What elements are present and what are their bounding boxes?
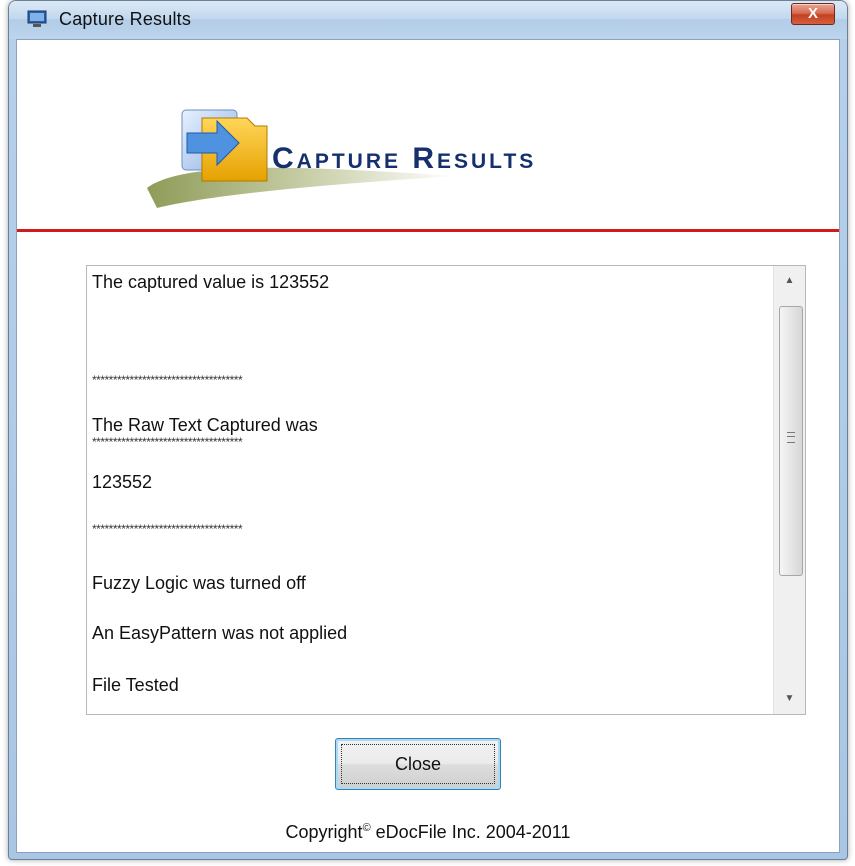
monitor-icon <box>27 10 47 27</box>
separator-line: ************************************ <box>92 522 243 536</box>
close-button[interactable]: Close <box>335 738 501 790</box>
header-banner: Capture Results <box>17 40 839 230</box>
result-line: An EasyPattern was not applied <box>92 623 348 643</box>
results-textbox[interactable]: The captured value is 123552 ***********… <box>86 265 806 715</box>
banner-title: Capture Results <box>272 142 537 175</box>
window-title: Capture Results <box>59 9 192 29</box>
result-line: File Tested <box>92 675 179 695</box>
grip-icon <box>787 432 795 443</box>
copyright-text: Copyright© eDocFile Inc. 2004-2011 <box>17 822 839 843</box>
scrollbar-thumb[interactable] <box>779 306 803 576</box>
copyright-prefix: Copyright <box>285 822 363 842</box>
separator-line: ************************************ <box>92 373 243 387</box>
window-close-button[interactable]: X <box>791 3 835 25</box>
header-divider <box>17 229 839 232</box>
copyright-suffix: eDocFile Inc. 2004-2011 <box>370 822 571 842</box>
result-line: Fuzzy Logic was turned off <box>92 573 306 593</box>
copyright-mark: © <box>362 822 371 834</box>
dialog-content: Capture Results The captured value is 12… <box>16 39 840 853</box>
title-bar[interactable]: Capture Results X <box>9 1 847 39</box>
separator-line: ************************************ <box>92 435 243 449</box>
scroll-up-icon[interactable]: ▲ <box>774 266 805 296</box>
result-line: The Raw Text Captured was <box>92 415 318 435</box>
close-button-label: Close <box>394 753 442 774</box>
capture-results-window: Capture Results X Capture Results The ca… <box>8 0 848 860</box>
result-line: The captured value is 123552 <box>92 272 330 292</box>
result-line: 123552 <box>92 472 153 492</box>
vertical-scrollbar[interactable]: ▲ ▼ <box>773 266 805 714</box>
scroll-down-icon[interactable]: ▼ <box>774 684 805 714</box>
